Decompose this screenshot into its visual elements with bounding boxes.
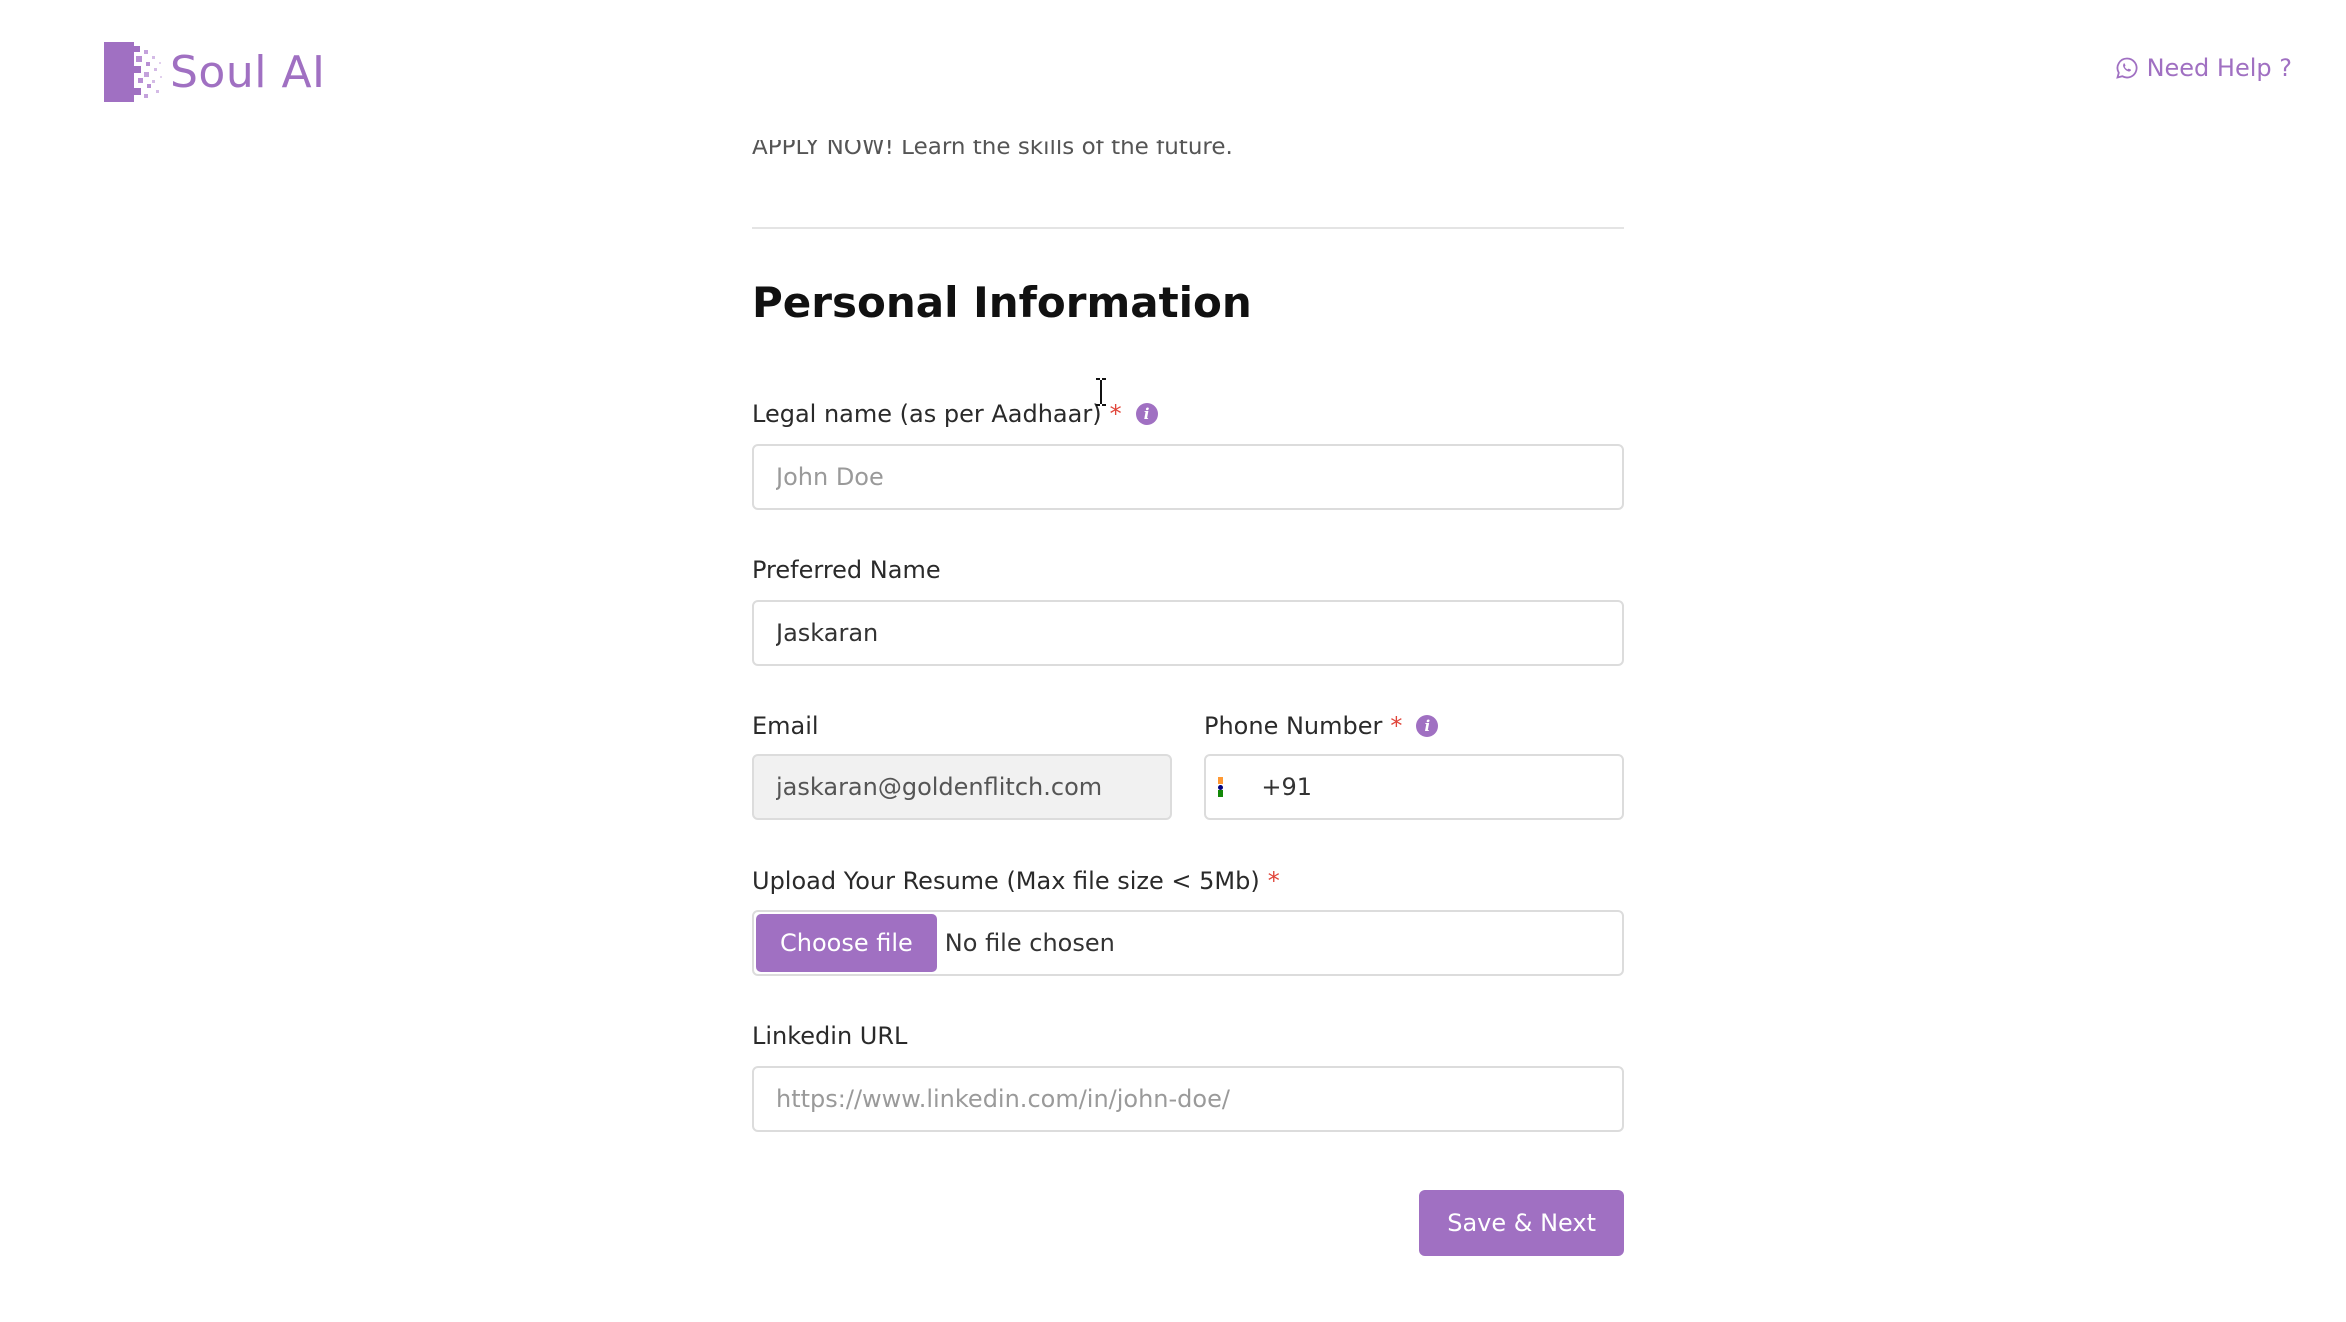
email-label-text: Email: [752, 712, 819, 740]
page-title: Personal Information: [752, 278, 1252, 327]
resume-upload-field[interactable]: Choose file No file chosen: [752, 910, 1624, 976]
resume-label-text: Upload Your Resume (Max file size < 5Mb): [752, 867, 1260, 895]
linkedin-url-input[interactable]: [752, 1066, 1624, 1132]
required-mark: *: [1109, 400, 1122, 428]
section-divider: [752, 227, 1624, 229]
legal-name-input[interactable]: [752, 444, 1624, 510]
required-mark: *: [1390, 712, 1403, 740]
file-status: No file chosen: [944, 929, 1115, 957]
pixel-mosaic-logo-icon: [104, 42, 162, 102]
need-help-label: Need Help ?: [2146, 54, 2292, 82]
phone-input[interactable]: [1312, 756, 1622, 818]
required-mark: *: [1267, 867, 1280, 895]
linkedin-label-text: Linkedin URL: [752, 1022, 908, 1050]
info-icon[interactable]: i: [1416, 715, 1439, 737]
logo-text: Soul AI: [170, 46, 326, 98]
text-cursor-icon: [1096, 378, 1106, 406]
preferred-name-input[interactable]: [752, 600, 1624, 666]
need-help-link[interactable]: Need Help ?: [2115, 54, 2292, 82]
save-next-button[interactable]: Save & Next: [1419, 1190, 1624, 1256]
email-field: [752, 754, 1172, 820]
choose-file-button[interactable]: Choose file: [756, 914, 937, 972]
resume-label: Upload Your Resume (Max file size < 5Mb)…: [752, 867, 1280, 895]
email-label: Email: [752, 712, 819, 740]
logo[interactable]: Soul AI: [104, 42, 326, 102]
info-icon[interactable]: i: [1135, 403, 1158, 425]
preferred-name-label: Preferred Name: [752, 556, 941, 584]
legal-name-label-text: Legal name (as per Aadhaar): [752, 400, 1102, 428]
phone-label-text: Phone Number: [1204, 712, 1383, 740]
linkedin-label: Linkedin URL: [752, 1022, 907, 1050]
whatsapp-icon: [2115, 57, 2138, 79]
dial-code: +91: [1261, 773, 1312, 801]
top-header: Soul AI Need Help ?: [0, 0, 2346, 140]
phone-label: Phone Number * i: [1204, 712, 1439, 740]
phone-field[interactable]: +91: [1204, 754, 1624, 820]
preferred-name-label-text: Preferred Name: [752, 556, 941, 584]
india-flag-icon[interactable]: [1218, 777, 1224, 798]
